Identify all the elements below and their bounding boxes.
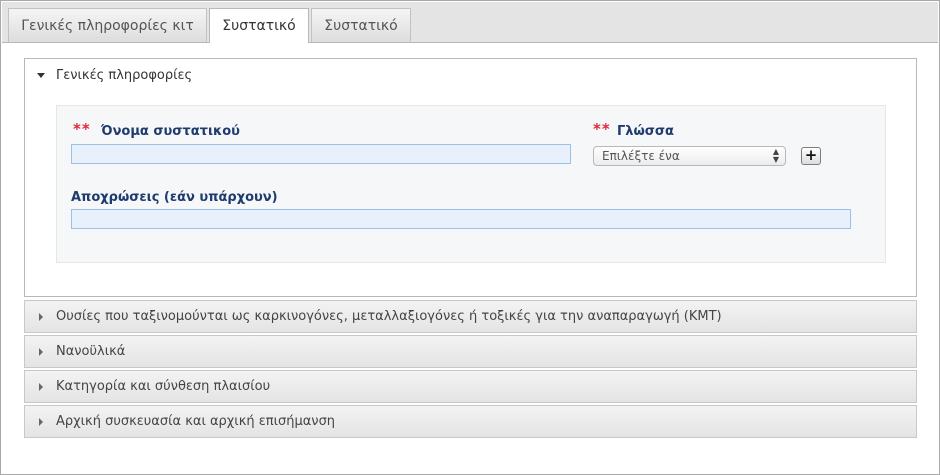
language-label: Γλώσσα bbox=[617, 124, 674, 139]
tab-ingredient-active[interactable]: Συστατικό bbox=[209, 8, 309, 43]
caret-right-icon bbox=[39, 383, 43, 391]
frame-category-section[interactable]: Κατηγορία και σύνθεση πλαισίου bbox=[24, 370, 917, 403]
section-title: Γενικές πληροφορίες bbox=[56, 68, 193, 83]
caret-right-icon bbox=[39, 348, 43, 356]
ingredient-name-input[interactable] bbox=[71, 144, 571, 164]
tab-bar: Γενικές πληροφορίες κιτ Συστατικό Συστατ… bbox=[2, 2, 938, 43]
cmr-substances-section[interactable]: Ουσίες που ταξινομούνται ως καρκινογόνες… bbox=[24, 300, 917, 333]
add-language-button[interactable]: + bbox=[801, 147, 821, 165]
language-select[interactable]: Επιλέξτε ένα ▲ ▼ bbox=[593, 146, 786, 166]
general-info-section-header[interactable]: Γενικές πληροφορίες bbox=[25, 59, 916, 93]
caret-down-icon bbox=[37, 73, 45, 78]
shades-label: Αποχρώσεις (εάν υπάρχουν) bbox=[71, 190, 278, 205]
editor-frame: Γενικές πληροφορίες κιτ Συστατικό Συστατ… bbox=[0, 0, 940, 475]
tab-ingredient[interactable]: Συστατικό bbox=[311, 8, 411, 42]
select-arrows-icon: ▲ ▼ bbox=[772, 147, 779, 164]
section-label: Ουσίες που ταξινομούνται ως καρκινογόνες… bbox=[56, 309, 722, 324]
packaging-labelling-section[interactable]: Αρχική συσκευασία και αρχική επισήμανση bbox=[24, 405, 917, 438]
caret-right-icon bbox=[39, 313, 43, 321]
caret-right-icon bbox=[39, 418, 43, 426]
shades-input[interactable] bbox=[71, 209, 851, 229]
general-info-section: Γενικές πληροφορίες ** Όνομα συστατικού … bbox=[24, 58, 917, 297]
section-label: Κατηγορία και σύνθεση πλαισίου bbox=[56, 379, 271, 394]
section-label: Νανοϋλικά bbox=[56, 344, 126, 359]
required-marker: ** bbox=[73, 120, 91, 138]
tab-kit-general-info[interactable]: Γενικές πληροφορίες κιτ bbox=[8, 8, 207, 42]
general-info-form: ** Όνομα συστατικού ** Γλώσσα Επιλέξτε έ… bbox=[56, 105, 886, 263]
section-label: Αρχική συσκευασία και αρχική επισήμανση bbox=[56, 414, 336, 429]
ingredient-name-label: Όνομα συστατικού bbox=[101, 124, 240, 139]
required-marker: ** bbox=[593, 120, 611, 138]
nanomaterials-section[interactable]: Νανοϋλικά bbox=[24, 335, 917, 368]
language-select-value: Επιλέξτε ένα bbox=[602, 149, 680, 163]
